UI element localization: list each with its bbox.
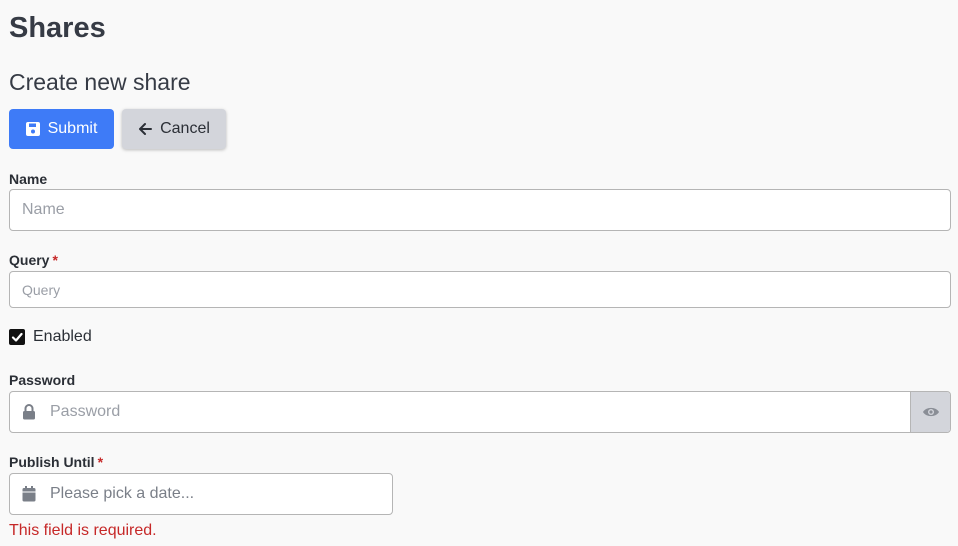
query-label: Query * <box>9 252 58 268</box>
publish-until-input[interactable] <box>10 474 392 514</box>
required-mark: * <box>97 454 104 470</box>
cancel-button[interactable]: Cancel <box>122 109 226 149</box>
eye-icon <box>922 407 939 417</box>
submit-button[interactable]: Submit <box>9 109 114 149</box>
calendar-icon <box>22 486 36 507</box>
submit-button-label: Submit <box>47 120 98 137</box>
cancel-button-label: Cancel <box>160 120 210 137</box>
enabled-checkbox[interactable] <box>9 329 25 345</box>
lock-icon <box>22 404 36 425</box>
publish-until-field <box>9 473 393 515</box>
password-label: Password <box>9 372 76 388</box>
name-input[interactable] <box>9 189 951 231</box>
query-input[interactable] <box>9 271 951 308</box>
name-label: Name <box>9 171 48 187</box>
enabled-label: Enabled <box>33 328 92 345</box>
query-label-text: Query <box>9 252 50 268</box>
required-mark: * <box>52 252 58 268</box>
publish-until-error: This field is required. <box>9 522 157 539</box>
password-input[interactable] <box>10 392 910 432</box>
publish-until-label: Publish Until * <box>9 454 103 470</box>
check-icon <box>11 332 23 342</box>
section-title: Create new share <box>9 69 191 95</box>
password-toggle-button[interactable] <box>910 392 950 432</box>
publish-until-label-text: Publish Until <box>9 454 95 470</box>
arrow-left-icon <box>139 123 153 135</box>
page-title: Shares <box>9 12 106 44</box>
password-field <box>9 391 951 433</box>
enabled-checkbox-row[interactable]: Enabled <box>9 328 92 346</box>
save-icon <box>25 122 40 136</box>
